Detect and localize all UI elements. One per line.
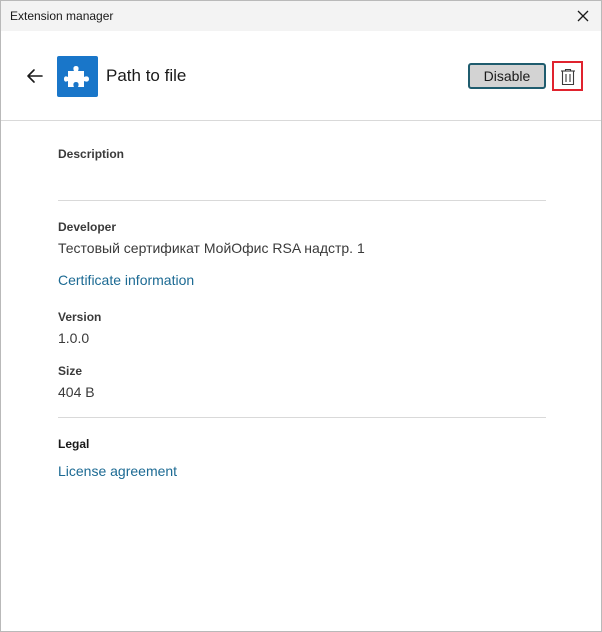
license-agreement-link[interactable]: License agreement [58,463,177,479]
divider [58,200,546,201]
certificate-information-link[interactable]: Certificate information [58,272,194,288]
description-label: Description [58,147,125,161]
back-button[interactable] [23,64,47,88]
divider [58,417,546,418]
version-label: Version [58,310,102,324]
developer-value: Тестовый сертификат МойОфис RSA надстр. … [58,240,365,256]
legal-label: Legal [58,437,90,451]
extension-manager-window: Extension manager Path to file Disable D… [0,0,602,632]
delete-button[interactable] [552,61,583,91]
close-icon [577,10,589,22]
trash-icon [561,68,575,86]
disable-button[interactable]: Disable [468,63,546,89]
developer-label: Developer [58,220,117,234]
close-button[interactable] [573,6,593,26]
puzzle-piece-icon [64,66,89,87]
version-value: 1.0.0 [58,330,90,346]
title-bar: Extension manager [1,1,601,31]
size-label: Size [58,364,83,378]
back-arrow-icon [27,69,43,83]
size-value: 404 B [58,384,95,400]
extension-name: Path to file [106,66,187,85]
window-title: Extension manager [10,9,114,23]
extension-header: Path to file Disable [1,31,601,121]
extension-icon [57,56,98,97]
